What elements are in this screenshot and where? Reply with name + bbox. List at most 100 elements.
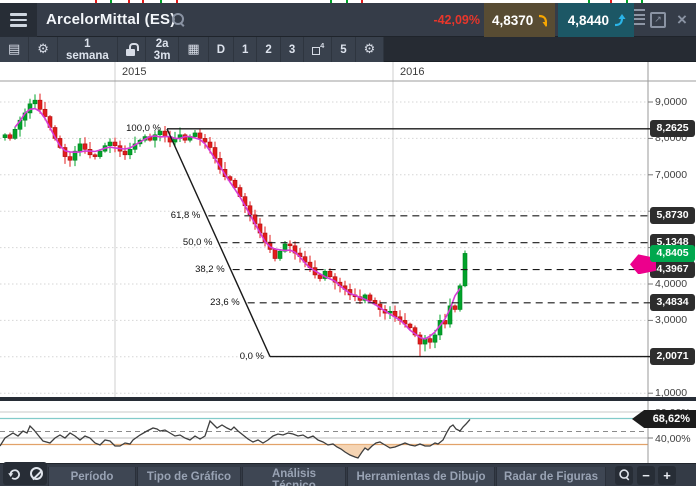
analisis-tecnico-button[interactable]: Análisis Técnico [242,467,346,486]
candle-body [407,323,413,328]
candle-body [12,129,18,139]
fib-level-label: 61,8 % [170,209,201,221]
candle-body [287,243,293,247]
rsi-oversold-fill [0,444,470,458]
fib-price-badge: 5,8730 [650,207,695,225]
list-icon: ▤ [8,42,21,57]
price-down-arrow-icon [539,14,547,27]
calendar-icon: ▦ [187,42,200,57]
ask-price-box[interactable]: 4,8440 [558,3,634,37]
candle-body [97,150,103,157]
calendar-button[interactable]: ▦ [179,37,209,62]
popout-arrow-icon: ↗ [654,15,662,25]
rows-handle-icon[interactable] [634,9,646,31]
depth-button-2[interactable]: 2 [257,37,281,62]
candle-body [327,270,333,278]
fib-level-label: 50,0 % [182,236,213,248]
candle-body [272,249,278,259]
zoom-search-button[interactable] [615,466,633,485]
periodo-button[interactable]: Período [48,467,136,486]
menu-button[interactable] [0,3,37,37]
fib-price-badge: 8,2625 [650,120,695,138]
unlock-icon [125,43,139,56]
search-icon[interactable] [172,13,185,26]
depth-button-3[interactable]: 3 [281,37,305,62]
year-label: 2016 [400,66,425,78]
tipo-de-grafico-button[interactable]: Tipo de Gráfico [137,467,241,486]
trading-chart-window: ArcelorMittal (ES) -42,09% 4,8370 4,8440… [0,0,696,486]
candle-body [162,130,168,137]
price-chart-panel[interactable]: 2015 2016 100,0 % 61,8 % 50,0 % 38,2 % 23,6 % 0… [0,62,696,399]
bottom-toolbar: Período Tipo de Gráfico Análisis Técnico… [0,462,696,486]
candle-body [192,132,198,137]
candle-body [67,156,73,161]
gear-icon: ⚙ [37,42,49,57]
candle-body [427,338,433,343]
range-select[interactable]: 2a 3m [146,37,180,62]
fib-price-badge: 3,4834 [650,294,695,312]
candle-body [77,143,83,152]
axis-price-label: 3,0000 [655,314,688,327]
interval-select[interactable]: 1 semana [58,37,118,62]
gear-icon: ⚙ [363,42,376,57]
bid-price: 4,8370 [492,12,534,28]
candle-body [87,149,93,156]
magnifier-icon [618,469,629,479]
candle-body [277,250,283,259]
refresh-icon [7,469,20,480]
candle-body [432,334,438,343]
chart-settings-button[interactable]: ⚙ [356,37,385,62]
rsi-axis-label: 40,00% [655,433,691,445]
axis-price-label: 4,0000 [655,278,688,290]
herramientas-de-dibujo-button[interactable]: Herramientas de Dibujo [347,467,495,486]
depth-button-d[interactable]: D [209,37,235,62]
candle-body [37,99,43,110]
price-up-arrow-icon [614,13,626,26]
last-price-badge: 4,8405 [650,244,695,262]
candle-body [202,138,208,143]
candle-body [107,141,113,146]
rsi-indicator-panel[interactable]: 80,00%40,00% 68,62% [0,401,696,463]
candle-body [92,154,98,157]
fib-price-badge: 2,0071 [650,348,695,366]
chart-toolbar: ▤ ⚙ 1 semana 2a 3m ▦ D 1 2 3 4 5 ⚙ [0,37,696,62]
candle-body [32,99,38,105]
close-icon: × [677,10,687,29]
depth-button-1[interactable]: 1 [234,37,258,62]
zoom-in-button[interactable]: + [658,466,676,485]
candle-body [122,150,128,156]
candle-body [367,294,373,301]
candle-body [7,134,13,139]
zoom-out-button[interactable]: − [637,466,655,485]
settings-button[interactable]: ⚙ [29,37,58,62]
candle-body [112,141,118,146]
candle-body [207,141,213,148]
candle-body [127,149,133,156]
rsi-chart[interactable] [0,401,696,463]
change-percent: -42,09% [433,13,480,27]
radar-de-figuras-button[interactable]: Radar de Figuras [496,467,606,486]
ask-price: 4,8440 [567,12,609,28]
refresh-button[interactable] [5,465,23,483]
rsi-value-badge: 68,62% [632,410,696,428]
prohibition-icon [29,467,43,480]
candlestick-chart[interactable] [0,62,696,397]
instrument-title: ArcelorMittal (ES) [46,11,176,28]
bid-price-box[interactable]: 4,8370 [484,3,555,37]
candle-body [82,143,88,150]
fib-price-badge: 4,3967 [650,261,695,279]
candle-body [2,134,8,138]
close-button[interactable]: × [672,8,692,32]
quote-list-button[interactable]: ▤ [0,37,30,62]
layout-4-button[interactable]: 4 [304,37,333,62]
instrument-header: ArcelorMittal (ES) -42,09% 4,8370 4,8440… [0,3,696,37]
clear-drawings-button[interactable] [27,465,45,483]
candle-body [452,305,458,310]
candle-body [197,132,203,139]
fib-level-label: 23,6 % [210,296,240,308]
lock-scale-button[interactable] [118,37,146,62]
axis-price-label: 7,0000 [655,168,688,181]
depth-button-5[interactable]: 5 [332,37,356,62]
popout-button[interactable]: ↗ [650,12,666,28]
fib-level-label: 0,0 % [239,350,264,362]
